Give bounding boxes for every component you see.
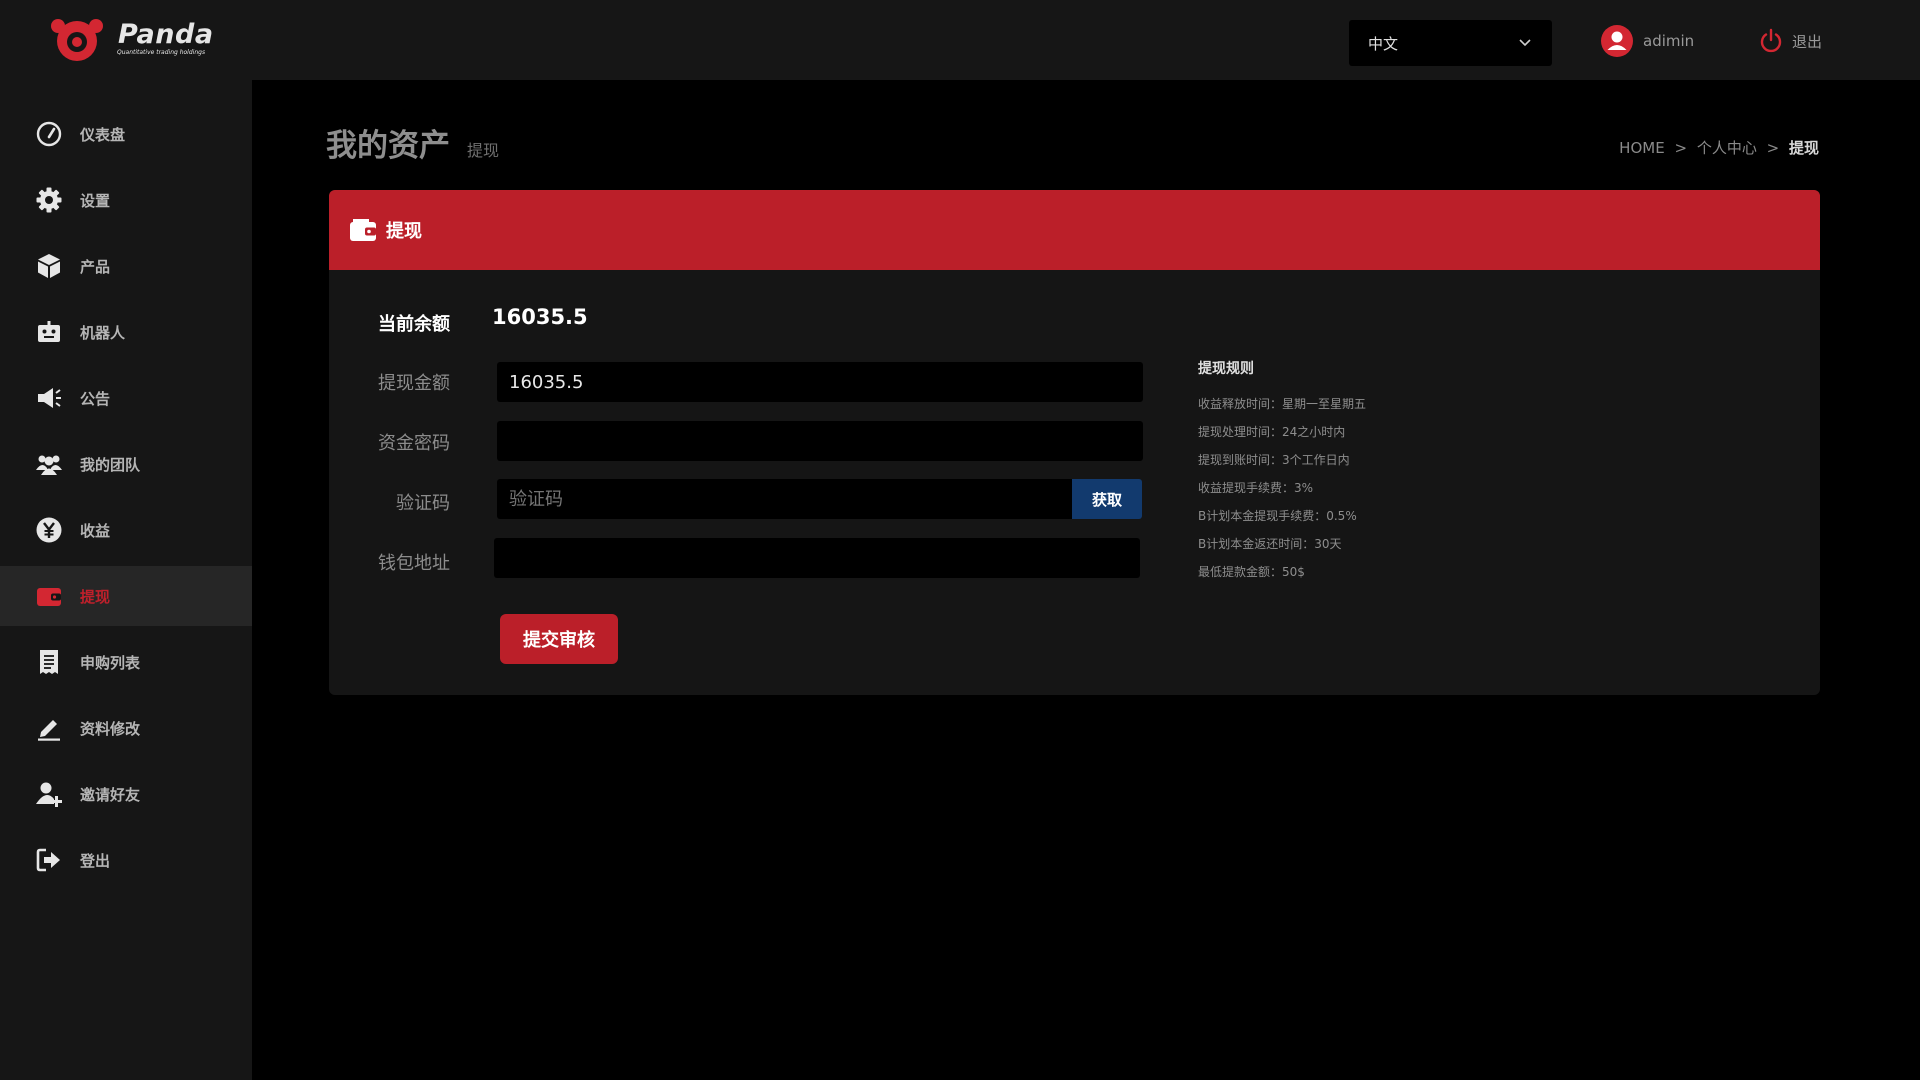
- edit-icon: [34, 713, 64, 743]
- sidebar-item-sign-out[interactable]: 登出: [0, 830, 252, 890]
- username: adimin: [1643, 32, 1695, 50]
- rule-item: 提现到账时间：3个工作日内: [1198, 453, 1350, 467]
- sidebar-item-products[interactable]: 产品: [0, 236, 252, 296]
- sidebar-item-label: 邀请好友: [80, 785, 141, 804]
- logo[interactable]: Panda Quantitative trading holdings: [50, 17, 220, 63]
- top-bar: Panda Quantitative trading holdings 中文 a…: [0, 0, 1920, 80]
- rule-item: 收益提现手续费：3%: [1198, 481, 1314, 495]
- panda-logo-icon: [51, 19, 103, 61]
- power-icon: [1760, 28, 1782, 53]
- language-value: 中文: [1368, 35, 1399, 53]
- amount-label: 提现金额: [378, 373, 450, 394]
- add-user-icon: [34, 779, 64, 809]
- sidebar-item-withdraw[interactable]: 提现: [0, 566, 252, 626]
- logout-button[interactable]: 退出: [1758, 26, 1822, 56]
- wallet-address-label: 钱包地址: [378, 553, 450, 574]
- fund-password-label: 资金密码: [378, 433, 450, 454]
- breadcrumb: HOME > 个人中心 > 提现: [1619, 137, 1819, 158]
- sidebar-item-label: 申购列表: [80, 653, 141, 672]
- user-avatar-icon: [1601, 25, 1633, 57]
- amount-input[interactable]: [497, 362, 1143, 402]
- yen-icon: [34, 515, 64, 545]
- submit-review-button[interactable]: 提交审核: [500, 614, 618, 664]
- wallet-address-input[interactable]: [494, 538, 1140, 578]
- verification-code-input[interactable]: [497, 479, 1072, 519]
- sidebar-item-dashboard[interactable]: 仪表盘: [0, 104, 252, 164]
- card-header: 提现: [329, 190, 1820, 270]
- breadcrumb-separator: >: [1766, 139, 1780, 157]
- wallet-icon: [34, 581, 64, 611]
- language-select[interactable]: 中文: [1349, 20, 1552, 66]
- team-icon: [34, 449, 64, 479]
- verification-code-label: 验证码: [396, 493, 450, 514]
- rules-title: 提现规则: [1198, 361, 1254, 377]
- robot-icon: [34, 317, 64, 347]
- gear-icon: [34, 185, 64, 215]
- page-title: 我的资产: [326, 128, 450, 164]
- sidebar-item-label: 资料修改: [80, 719, 141, 738]
- card-title: 提现: [386, 221, 422, 242]
- balance-label: 当前余额: [378, 314, 450, 335]
- user-menu[interactable]: adimin: [1601, 24, 1694, 58]
- receipt-icon: [34, 647, 64, 677]
- sidebar-item-label: 仪表盘: [80, 125, 126, 144]
- logo-text: Panda: [118, 19, 214, 50]
- rule-item: 提现处理时间：24之小时内: [1198, 425, 1346, 439]
- rule-item: 收益释放时间：星期一至星期五: [1198, 397, 1367, 411]
- rule-item: B计划本金返还时间：30天: [1198, 537, 1342, 551]
- sidebar: 仪表盘 设置 产品 机器人 公告 我的团队 收益 提现 申购列表 资料修改 邀请…: [0, 80, 252, 1080]
- fund-password-input[interactable]: [497, 421, 1143, 461]
- sidebar-item-subscriptions[interactable]: 申购列表: [0, 632, 252, 692]
- breadcrumb-current: 提现: [1788, 139, 1819, 157]
- get-code-button[interactable]: 获取: [1072, 479, 1142, 519]
- sidebar-item-label: 提现: [80, 587, 111, 606]
- megaphone-icon: [34, 383, 64, 413]
- sidebar-item-label: 产品: [80, 257, 111, 276]
- wallet-icon: [350, 219, 376, 241]
- sidebar-item-label: 收益: [80, 521, 111, 540]
- sign-out-icon: [34, 845, 64, 875]
- sidebar-item-label: 公告: [80, 389, 111, 408]
- rule-item: 最低提款金额：50$: [1198, 565, 1305, 579]
- sidebar-item-label: 我的团队: [80, 455, 141, 474]
- sidebar-item-label: 登出: [80, 851, 111, 870]
- sidebar-item-label: 设置: [80, 191, 111, 210]
- sidebar-item-team[interactable]: 我的团队: [0, 434, 252, 494]
- rule-item: B计划本金提现手续费：0.5%: [1198, 509, 1357, 523]
- dashboard-icon: [34, 119, 64, 149]
- logo-subtext: Quantitative trading holdings: [117, 49, 206, 56]
- page-subtitle: 提现: [467, 141, 500, 160]
- sidebar-item-earnings[interactable]: 收益: [0, 500, 252, 560]
- balance-value: 16035.5: [492, 305, 588, 329]
- sidebar-item-settings[interactable]: 设置: [0, 170, 252, 230]
- box-icon: [34, 251, 64, 281]
- logout-label: 退出: [1792, 32, 1823, 51]
- chevron-down-icon: [1519, 39, 1531, 47]
- sidebar-item-invite[interactable]: 邀请好友: [0, 764, 252, 824]
- sidebar-item-robot[interactable]: 机器人: [0, 302, 252, 362]
- breadcrumb-separator: >: [1674, 139, 1688, 157]
- sidebar-item-label: 机器人: [80, 323, 126, 342]
- breadcrumb-personal-center[interactable]: 个人中心: [1697, 139, 1757, 157]
- breadcrumb-home[interactable]: HOME: [1619, 139, 1665, 157]
- sidebar-item-edit-profile[interactable]: 资料修改: [0, 698, 252, 758]
- sidebar-item-announcements[interactable]: 公告: [0, 368, 252, 428]
